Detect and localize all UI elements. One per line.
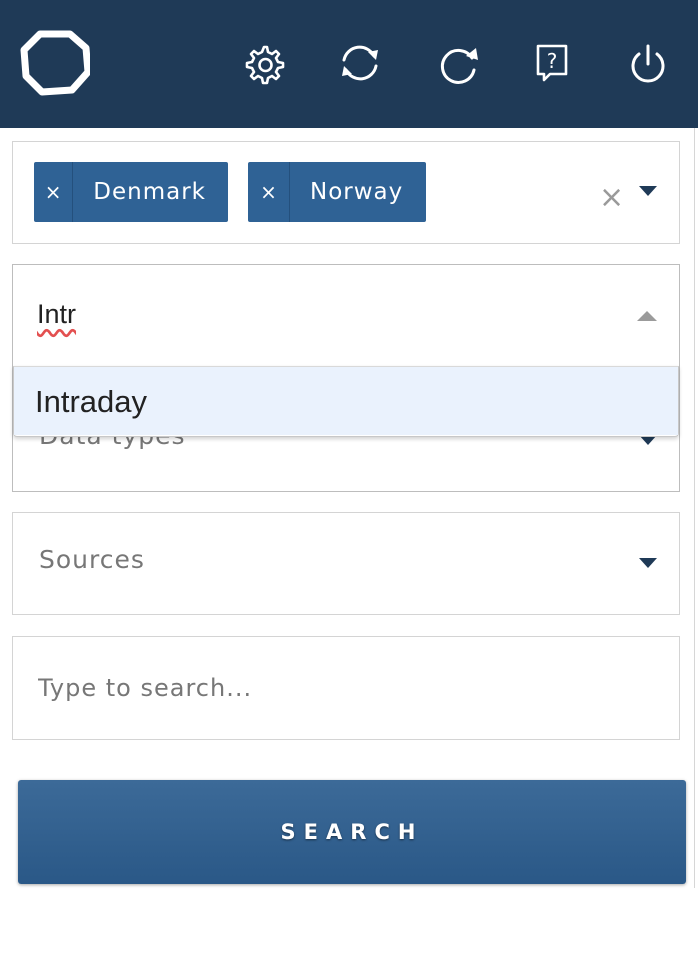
search-field-container: [12, 636, 680, 740]
dropdown-option-intraday[interactable]: Intraday: [14, 367, 678, 435]
country-chip-norway: × Norway: [248, 162, 426, 222]
scroll-track: [694, 128, 695, 888]
clear-all-icon[interactable]: ×: [599, 180, 624, 215]
data-types-input[interactable]: Intr: [37, 299, 76, 330]
chevron-up-icon[interactable]: [637, 311, 657, 321]
help-icon[interactable]: ?: [528, 38, 576, 88]
chevron-down-icon[interactable]: [639, 186, 657, 196]
search-input[interactable]: [14, 638, 678, 738]
sources-select[interactable]: Sources: [12, 512, 680, 615]
svg-text:?: ?: [547, 49, 558, 73]
chip-label: Norway: [310, 179, 404, 205]
sync-icon[interactable]: [336, 38, 384, 88]
sources-placeholder: Sources: [39, 545, 145, 574]
logo-ring[interactable]: [20, 30, 92, 96]
remove-chip-icon[interactable]: ×: [34, 162, 74, 222]
data-types-dropdown-menu: Intraday: [13, 366, 679, 437]
gear-icon[interactable]: [240, 38, 288, 88]
power-icon[interactable]: [624, 38, 672, 88]
top-navigation-bar: ?: [0, 0, 698, 128]
chip-label: Denmark: [93, 179, 206, 205]
search-button[interactable]: SEARCH: [18, 780, 686, 884]
country-chip-denmark: × Denmark: [34, 162, 228, 222]
refresh-icon[interactable]: [434, 38, 482, 88]
chevron-down-icon[interactable]: [639, 558, 657, 568]
countries-select[interactable]: × Denmark × Norway ×: [12, 141, 680, 244]
remove-chip-icon[interactable]: ×: [248, 162, 290, 222]
